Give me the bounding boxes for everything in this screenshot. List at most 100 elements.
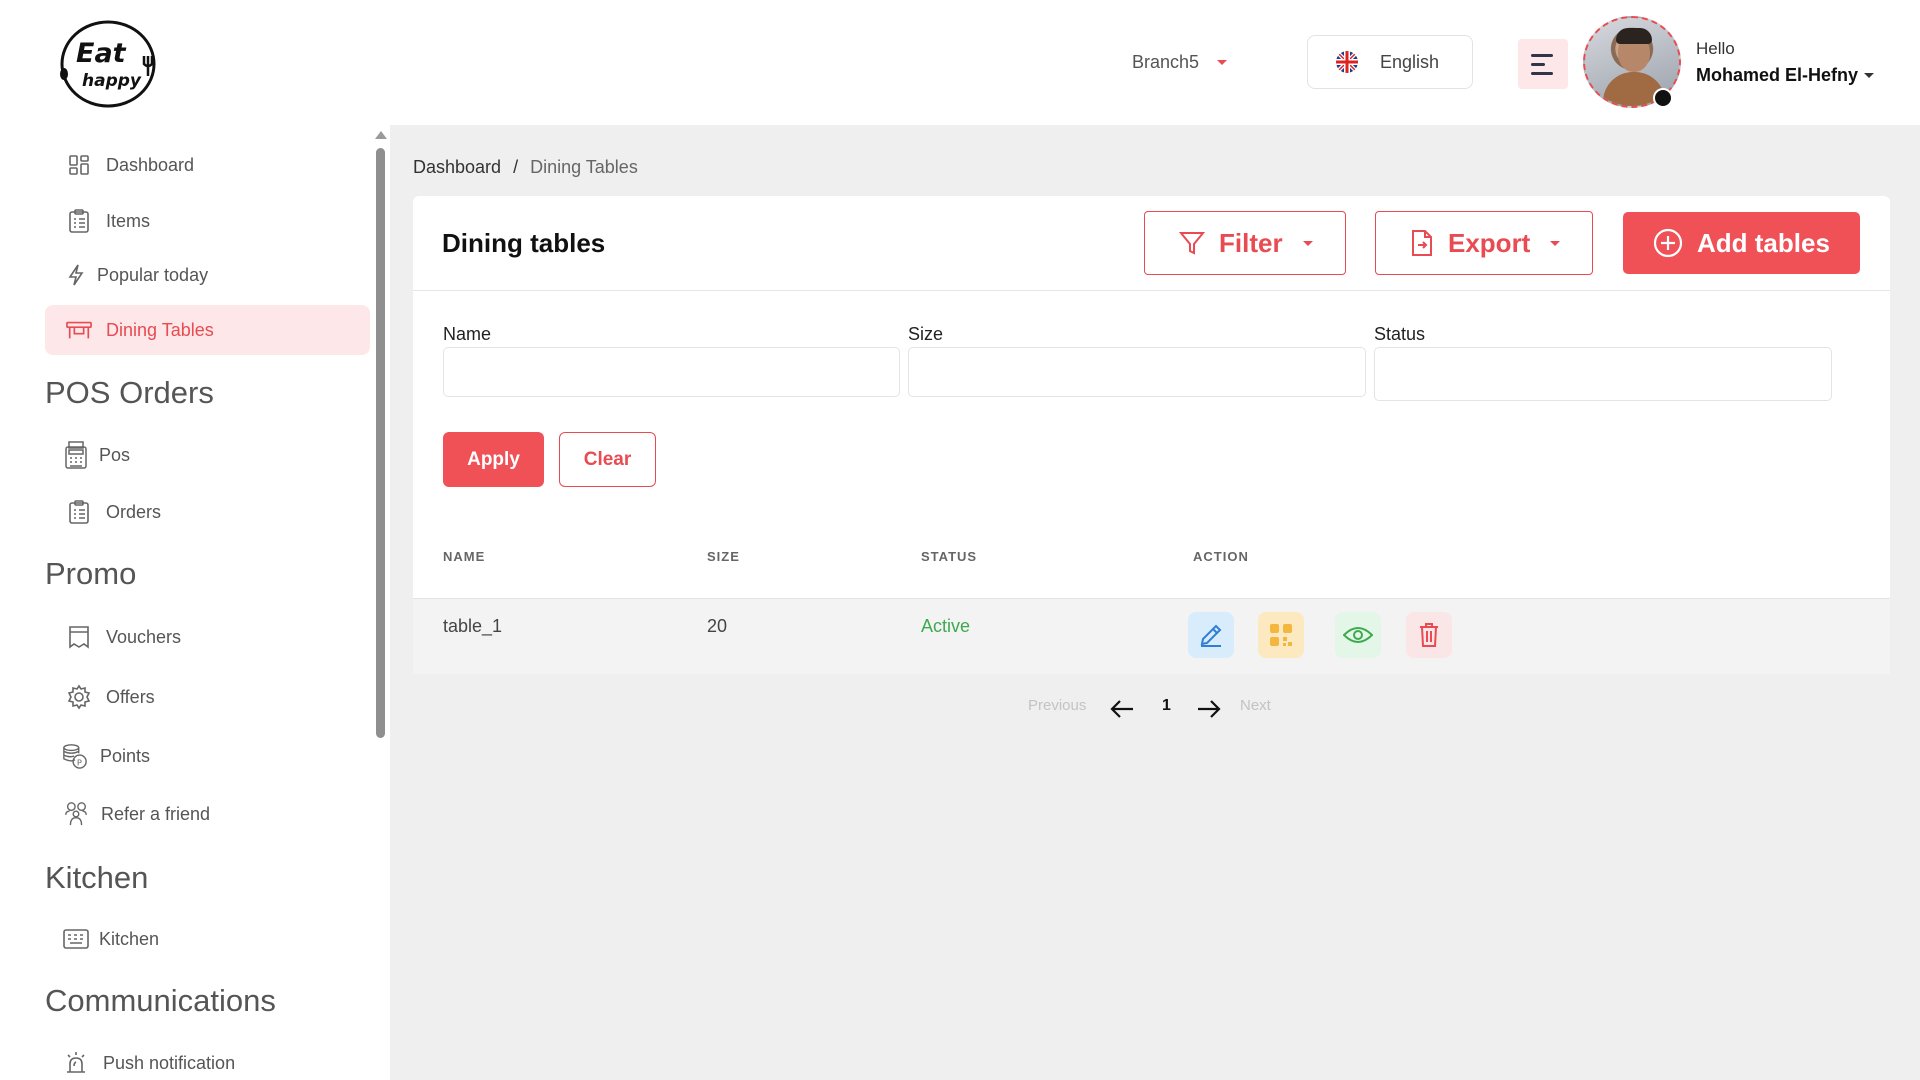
menu-toggle-button[interactable] (1518, 39, 1568, 89)
sidebar-item-offers[interactable]: Offers (45, 672, 370, 722)
size-filter-label: Size (908, 324, 944, 344)
pencil-icon (1200, 624, 1222, 647)
top-header: Eat happy Branch5 English Hello Mohamed … (0, 0, 1920, 125)
row-size: 20 (707, 616, 728, 636)
sidebar-item-items[interactable]: Items (45, 196, 370, 246)
status-filter-input[interactable] (1374, 347, 1832, 401)
offers-gear-icon (66, 684, 92, 710)
divider (413, 290, 1890, 291)
logo-text-eat: Eat (76, 38, 127, 69)
page-title: Dining tables (442, 228, 606, 258)
filter-button[interactable]: Filter (1144, 211, 1346, 275)
size-filter-input[interactable] (908, 347, 1366, 397)
chevron-down-icon (1217, 59, 1228, 65)
add-tables-label: Add tables (1697, 227, 1830, 258)
uk-flag-icon (1336, 51, 1358, 73)
clear-button[interactable]: Clear (559, 432, 656, 487)
user-menu[interactable]: Mohamed El-Hefny (1696, 65, 1875, 86)
sidebar-item-label: Push notification (103, 1052, 236, 1073)
pagination-previous[interactable]: Previous (1028, 697, 1086, 714)
breadcrumb: Dashboard / Dining Tables (413, 157, 638, 178)
voucher-icon (66, 624, 92, 650)
edit-avatar-icon[interactable] (1653, 88, 1673, 108)
bell-alarm-icon (63, 1050, 89, 1076)
sidebar-item-label: Refer a friend (101, 803, 211, 824)
sidebar-item-label: Points (100, 745, 151, 766)
chevron-down-icon (1864, 73, 1875, 78)
name-filter-label: Name (443, 324, 492, 344)
view-button[interactable] (1335, 612, 1381, 658)
table-row (413, 598, 1890, 674)
row-name: table_1 (443, 616, 503, 636)
greeting-text: Hello (1696, 39, 1735, 58)
breadcrumb-dashboard-link[interactable]: Dashboard (413, 157, 501, 178)
sidebar-item-label: Popular today (97, 264, 209, 285)
dashboard-icon (66, 152, 92, 178)
sidebar-item-refer-a-friend[interactable]: Refer a friend (45, 789, 370, 839)
sidebar-item-kitchen[interactable]: Kitchen (45, 914, 370, 964)
apply-button[interactable]: Apply (443, 432, 544, 487)
chevron-down-icon (1550, 240, 1561, 246)
sidebar-item-label: Offers (106, 686, 155, 707)
export-file-icon (1412, 230, 1432, 256)
arrow-left-icon[interactable] (1109, 697, 1135, 721)
plus-circle-icon (1653, 228, 1683, 258)
export-label: Export (1448, 227, 1531, 258)
language-label: English (1380, 51, 1440, 72)
funnel-icon (1179, 232, 1205, 255)
section-title-communications: Communications (45, 983, 276, 1018)
branch-selector[interactable]: Branch5 (1099, 35, 1274, 89)
kitchen-icon (63, 926, 89, 952)
logo-text-happy: happy (82, 71, 142, 91)
pagination-next[interactable]: Next (1240, 697, 1271, 714)
sidebar-item-popular-today[interactable]: Popular today (45, 250, 370, 300)
section-title-pos-orders: POS Orders (45, 375, 214, 410)
eat-happy-logo[interactable]: Eat happy (56, 16, 160, 112)
column-header-name: NAME (443, 549, 486, 564)
sidebar-item-points[interactable]: P Points (45, 731, 370, 781)
items-icon (66, 208, 92, 234)
export-button[interactable]: Export (1375, 211, 1593, 275)
qr-code-button[interactable] (1258, 612, 1304, 658)
trash-icon (1420, 623, 1438, 647)
section-title-promo: Promo (45, 556, 137, 591)
delete-button[interactable] (1406, 612, 1452, 658)
arrow-right-icon[interactable] (1196, 697, 1222, 721)
sidebar-item-label: Vouchers (106, 626, 182, 647)
scroll-up-arrow-icon[interactable] (375, 131, 387, 139)
pos-icon (63, 441, 89, 469)
section-title-kitchen: Kitchen (45, 860, 149, 895)
breadcrumb-current: Dining Tables (530, 157, 638, 177)
orders-icon (66, 499, 92, 525)
sidebar-scrollbar[interactable] (376, 148, 385, 738)
sidebar-item-vouchers[interactable]: Vouchers (45, 612, 370, 662)
name-filter-input[interactable] (443, 347, 900, 397)
sidebar-item-orders[interactable]: Orders (45, 487, 370, 537)
hamburger-icon (1531, 53, 1553, 57)
qr-code-icon (1270, 624, 1292, 646)
language-selector[interactable]: English (1307, 35, 1473, 89)
sidebar-item-push-notification[interactable]: Push notification (45, 1038, 370, 1080)
chevron-down-icon (1302, 240, 1313, 246)
add-tables-button[interactable]: Add tables (1623, 212, 1860, 274)
svg-text:P: P (77, 757, 82, 767)
eye-icon (1343, 627, 1373, 643)
sidebar-item-label: Dashboard (106, 154, 195, 175)
column-header-size: SIZE (707, 549, 740, 564)
sidebar-item-label: Orders (106, 501, 162, 522)
filter-label: Filter (1219, 227, 1283, 258)
pagination-page-1[interactable]: 1 (1162, 697, 1171, 715)
user-name: Mohamed El-Hefny (1696, 65, 1859, 85)
row-status: Active (921, 616, 971, 636)
breadcrumb-separator: / (513, 157, 519, 177)
sidebar-item-dining-tables[interactable]: Dining Tables (45, 305, 370, 355)
branch-label: Branch5 (1132, 51, 1200, 72)
edit-button[interactable] (1188, 612, 1234, 658)
dining-table-icon (66, 317, 92, 343)
sidebar-item-dashboard[interactable]: Dashboard (45, 140, 370, 190)
lightning-icon (63, 262, 89, 288)
column-header-status: STATUS (921, 549, 978, 564)
sidebar-item-label: Pos (99, 444, 131, 465)
column-header-action: ACTION (1193, 549, 1249, 564)
sidebar-item-pos[interactable]: Pos (45, 430, 370, 480)
